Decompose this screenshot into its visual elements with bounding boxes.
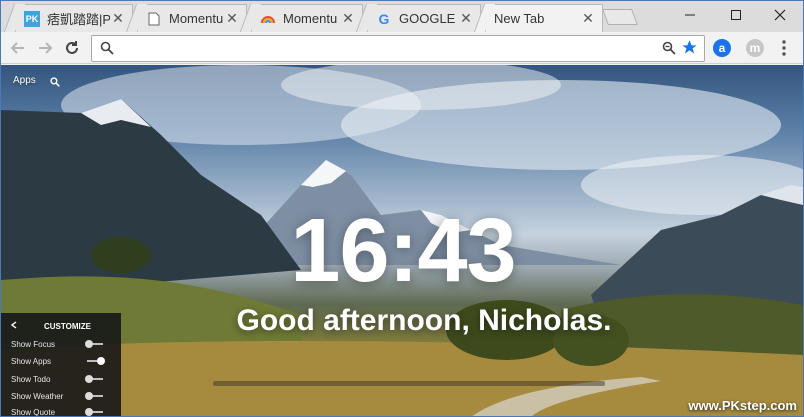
setting-label: Show Todo — [11, 374, 51, 384]
reload-icon[interactable] — [61, 37, 83, 59]
zoom-icon[interactable] — [662, 41, 676, 60]
menu-dots-icon[interactable] — [781, 40, 787, 61]
tab-title: New Tab — [494, 11, 545, 26]
tab-title: GOOGLE — [399, 11, 456, 26]
close-window-icon[interactable] — [757, 1, 803, 29]
tab-google[interactable]: G GOOGLE ✕ — [367, 4, 481, 32]
search-icon[interactable] — [50, 74, 60, 92]
address-bar[interactable] — [91, 35, 705, 62]
close-icon[interactable]: ✕ — [340, 10, 356, 27]
setting-row[interactable]: Show Apps — [11, 354, 111, 368]
setting-row[interactable]: Show Quote — [11, 405, 111, 417]
setting-label: Show Apps — [11, 356, 52, 366]
extension-m-icon[interactable]: m — [746, 39, 764, 57]
greeting-text: Good afternoon, Nicholas. — [236, 304, 612, 337]
tab-pk[interactable]: PK 痞凱踏踏|P ✕ — [15, 4, 133, 32]
forward-arrow-icon[interactable] — [34, 37, 56, 59]
apps-link[interactable]: Apps — [13, 75, 36, 86]
customize-header[interactable]: CUSTOMIZE — [10, 321, 91, 331]
address-input[interactable] — [122, 39, 642, 58]
toggle-switch[interactable] — [85, 392, 103, 400]
setting-label: Show Weather — [11, 391, 64, 401]
tab-momentum-2[interactable]: Momentu ✕ — [251, 4, 363, 32]
toggle-switch[interactable] — [87, 357, 105, 365]
close-icon[interactable]: ✕ — [580, 10, 596, 27]
page-icon — [146, 11, 162, 27]
minimize-icon[interactable] — [667, 1, 713, 29]
setting-row[interactable]: Show Weather — [11, 389, 111, 403]
browser-toolbar: a m — [1, 32, 803, 64]
toggle-switch[interactable] — [85, 375, 103, 383]
tab-title: Momentu — [283, 11, 338, 26]
setting-label: Show Quote — [11, 407, 56, 417]
chevron-left-icon[interactable] — [10, 321, 17, 331]
setting-label: Show Focus — [11, 339, 56, 349]
browser-window: PK 痞凱踏踏|P ✕ Momentu ✕ Momentu ✕ G GOOGLE… — [0, 0, 804, 417]
close-icon[interactable]: ✕ — [110, 10, 126, 27]
toggle-switch[interactable] — [85, 340, 103, 348]
search-icon — [100, 41, 114, 60]
focus-input[interactable] — [213, 381, 605, 386]
setting-row[interactable]: Show Todo — [11, 372, 111, 386]
customize-title: CUSTOMIZE — [44, 321, 91, 331]
google-icon: G — [378, 10, 390, 27]
tab-title: 痞凱踏踏|P — [47, 12, 110, 27]
extension-a-icon[interactable]: a — [713, 39, 731, 57]
tab-title: Momentu — [169, 11, 224, 26]
momentum-dashboard: Apps 16:43 Good afternoon, Nicholas. CUS… — [1, 65, 803, 417]
new-tab-button[interactable] — [602, 9, 638, 25]
back-arrow-icon[interactable] — [7, 37, 29, 59]
customize-panel: CUSTOMIZE Show Focus Show Apps Show Todo… — [1, 313, 121, 417]
close-icon[interactable]: ✕ — [224, 10, 240, 27]
tab-strip: PK 痞凱踏踏|P ✕ Momentu ✕ Momentu ✕ G GOOGLE… — [1, 1, 803, 32]
close-icon[interactable]: ✕ — [458, 10, 474, 27]
tab-new-tab[interactable]: New Tab ✕ — [485, 4, 603, 32]
tab-momentum-1[interactable]: Momentu ✕ — [137, 4, 247, 32]
rainbow-icon — [260, 11, 276, 27]
bookmark-star-icon[interactable] — [681, 39, 698, 61]
setting-row[interactable]: Show Focus — [11, 337, 111, 351]
toggle-switch[interactable] — [85, 408, 103, 416]
clock-time: 16:43 — [290, 201, 516, 301]
watermark: www.PKstep.com — [688, 398, 797, 413]
maximize-icon[interactable] — [713, 1, 759, 29]
pk-logo-icon: PK — [24, 10, 40, 27]
